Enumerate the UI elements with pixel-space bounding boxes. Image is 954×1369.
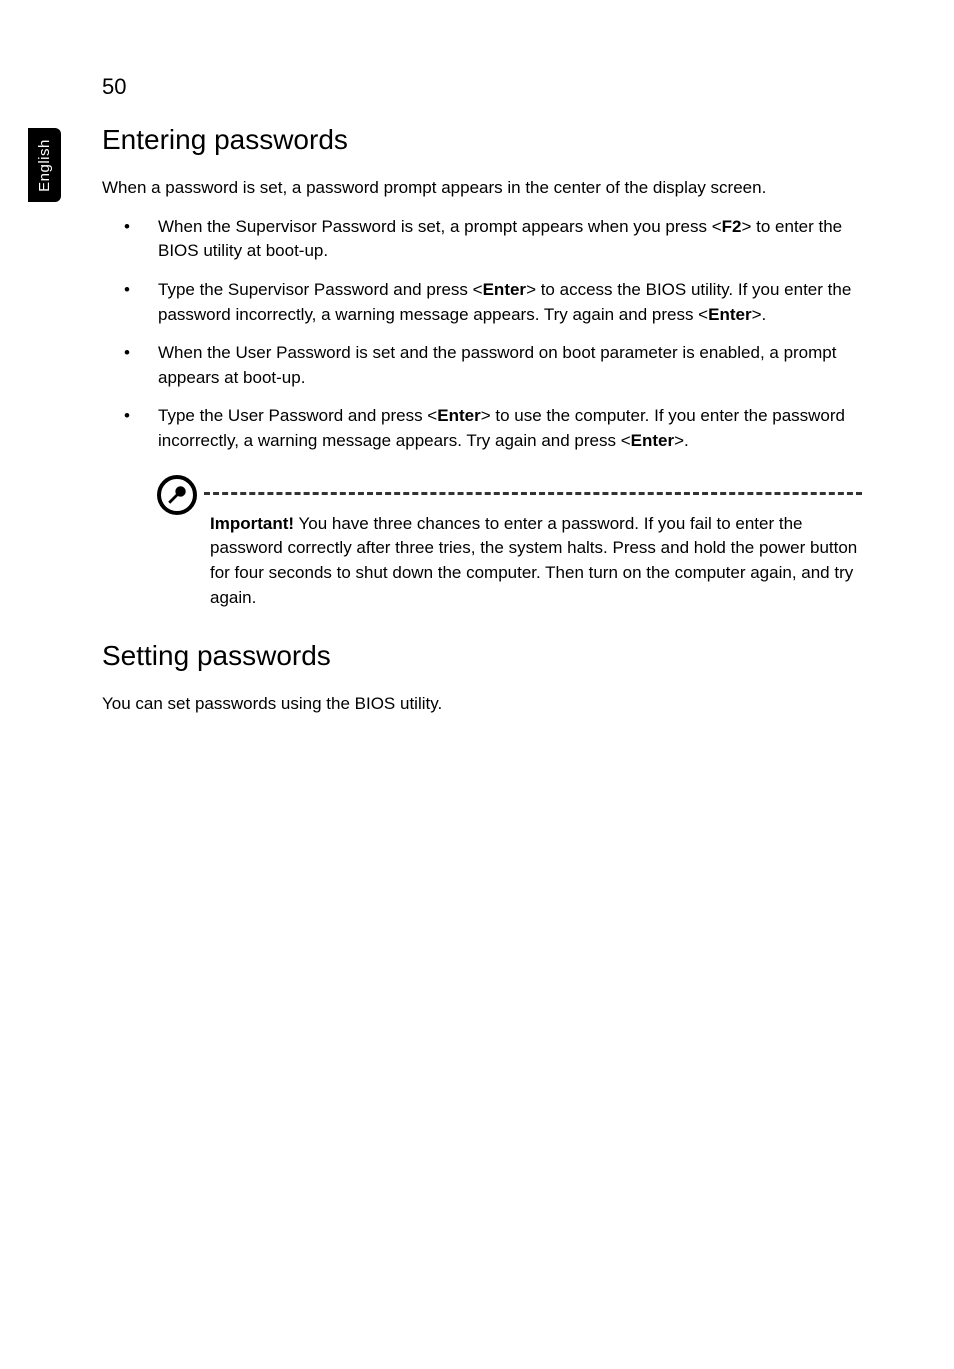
important-label: Important!: [210, 514, 294, 533]
pin-icon: [156, 474, 198, 516]
key-f2: F2: [722, 217, 742, 236]
list-item: Type the Supervisor Password and press <…: [102, 278, 862, 327]
list-item: When the Supervisor Password is set, a p…: [102, 215, 862, 264]
important-note: Important! You have three chances to ent…: [102, 468, 862, 611]
list-item: Type the User Password and press <Enter>…: [102, 404, 862, 453]
key-enter: Enter: [437, 406, 480, 425]
heading-setting-passwords: Setting passwords: [102, 640, 862, 672]
text: Type the Supervisor Password and press <: [158, 280, 483, 299]
text: >.: [674, 431, 689, 450]
list-item: When the User Password is set and the pa…: [102, 341, 862, 390]
page-root: English 50 Entering passwords When a pas…: [0, 0, 954, 1369]
bullet-list: When the Supervisor Password is set, a p…: [102, 215, 862, 454]
text: When the User Password is set and the pa…: [158, 343, 836, 387]
heading-entering-passwords: Entering passwords: [102, 124, 862, 156]
note-divider: [204, 492, 862, 495]
key-enter: Enter: [631, 431, 674, 450]
language-tab-label: English: [36, 139, 53, 192]
section-setting-passwords: Setting passwords You can set passwords …: [102, 640, 862, 717]
content-area: Entering passwords When a password is se…: [102, 124, 862, 731]
text: When the Supervisor Password is set, a p…: [158, 217, 722, 236]
important-body: You have three chances to enter a passwo…: [210, 514, 857, 607]
text: >.: [752, 305, 767, 324]
key-enter: Enter: [483, 280, 526, 299]
text: Type the User Password and press <: [158, 406, 437, 425]
language-tab: English: [28, 128, 61, 202]
intro-paragraph: When a password is set, a password promp…: [102, 176, 862, 201]
key-enter: Enter: [708, 305, 751, 324]
page-number: 50: [102, 74, 126, 100]
setting-body: You can set passwords using the BIOS uti…: [102, 692, 862, 717]
important-note-text: Important! You have three chances to ent…: [210, 468, 862, 611]
